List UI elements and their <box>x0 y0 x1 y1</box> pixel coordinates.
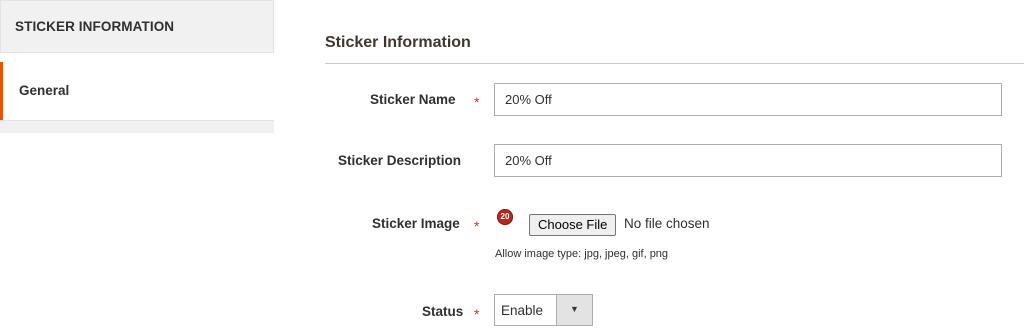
status-label: Status <box>422 304 464 319</box>
notification-badge: 20 <box>497 209 513 225</box>
file-status-text: No file chosen <box>624 216 710 231</box>
select-toggle[interactable]: ▼ <box>556 295 592 325</box>
caret-down-icon: ▼ <box>570 304 579 314</box>
sidebar-header-label: STICKER INFORMATION <box>15 19 175 34</box>
status-select-value: Enable <box>501 303 544 318</box>
sidebar-footer <box>0 120 274 133</box>
required-asterisk-icon: * <box>474 94 480 110</box>
sticker-description-input[interactable] <box>494 144 1002 177</box>
status-select[interactable]: Enable ▼ <box>494 294 593 326</box>
section-divider <box>325 63 1024 64</box>
required-asterisk-icon: * <box>474 306 480 322</box>
choose-file-button[interactable]: Choose File <box>529 214 617 236</box>
sidebar-item-general[interactable]: General <box>0 62 274 120</box>
sidebar-gap <box>0 53 274 62</box>
sidebar: STICKER INFORMATION General <box>0 0 274 133</box>
sticker-description-label: Sticker Description <box>338 153 462 168</box>
section-title: Sticker Information <box>325 34 471 51</box>
image-type-note: Allow image type: jpg, jpeg, gif, png <box>495 248 669 260</box>
required-asterisk-icon: * <box>474 218 480 234</box>
sticker-image-label: Sticker Image <box>372 216 460 231</box>
sidebar-item-label: General <box>19 83 70 98</box>
sticker-name-input[interactable] <box>494 83 1002 116</box>
sticker-name-label: Sticker Name <box>370 92 456 107</box>
sidebar-header[interactable]: STICKER INFORMATION <box>0 0 274 53</box>
